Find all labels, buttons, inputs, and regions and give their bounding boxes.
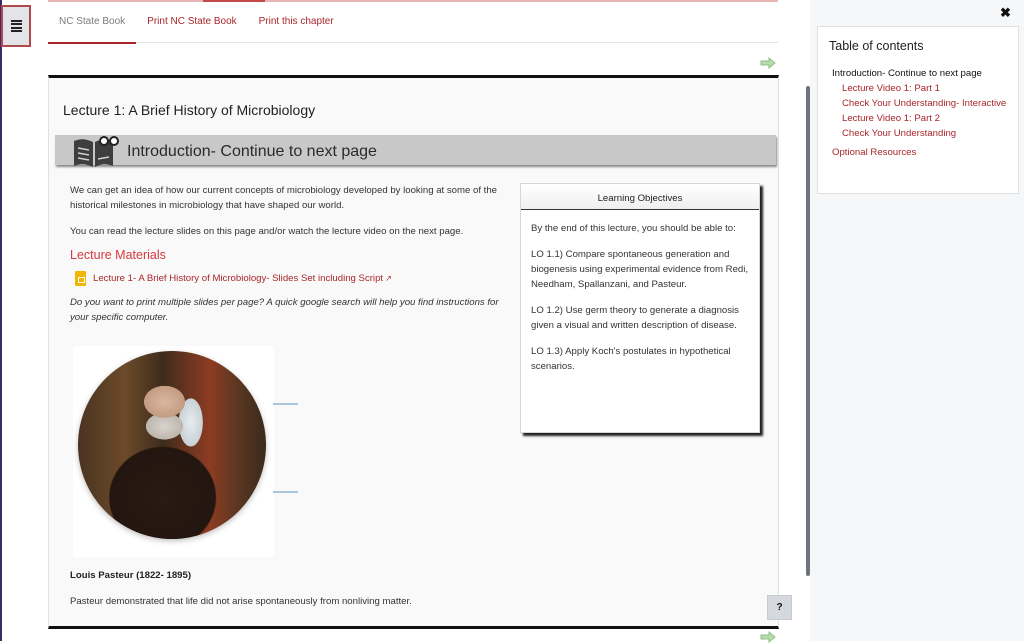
objective-item: LO 1.2) Use germ theory to generate a di… (531, 305, 739, 331)
close-icon[interactable]: ✖ (1000, 5, 1011, 21)
toc-item[interactable]: Optional Resources (832, 145, 1016, 160)
next-page-arrow-icon[interactable] (760, 631, 776, 643)
objective-item: LO 1.1) Compare spontaneous generation a… (531, 249, 749, 290)
portrait-caption-text: Pasteur demonstrated that life did not a… (70, 596, 412, 607)
print-note: Do you want to print multiple slides per… (70, 297, 499, 323)
learning-objectives-box: Learning Objectives By the end of this l… (520, 183, 760, 433)
toc-item[interactable]: Lecture Video 1: Part 1 (832, 81, 1016, 96)
next-page-arrow-icon[interactable] (760, 57, 776, 69)
external-link-icon: ↗ (385, 274, 392, 283)
toc-toggle-button[interactable] (1, 5, 31, 47)
toc-box: Table of contents Introduction- Continue… (817, 26, 1019, 194)
toc-title: Table of contents (829, 39, 924, 53)
figure-line (273, 403, 298, 405)
list-icon (10, 18, 22, 34)
help-button[interactable]: ? (767, 595, 792, 620)
portrait-figure (73, 346, 298, 557)
objectives-intro: By the end of this lecture, you should b… (531, 223, 736, 234)
portrait-caption-title: Louis Pasteur (1822- 1895) (70, 570, 192, 581)
book-nav: NC State Book Print NC State Book Print … (48, 5, 778, 44)
lecture-body: We can get an idea of how our current co… (70, 183, 510, 336)
intro-paragraph: We can get an idea of how our current co… (70, 185, 497, 211)
app-frame: NC State Book Print NC State Book Print … (0, 0, 1024, 643)
toc-item[interactable]: Check Your Understanding- Interactive (832, 96, 1016, 111)
section-title: Introduction- Continue to next page (127, 143, 377, 160)
slides-link[interactable]: Lecture 1- A Brief History of Microbiolo… (93, 271, 383, 286)
toc-item[interactable]: Lecture Video 1: Part 2 (832, 111, 1016, 126)
tab-print-book[interactable]: Print NC State Book (136, 5, 247, 43)
slides-paragraph: You can read the lecture slides on this … (70, 226, 464, 237)
top-strip (48, 0, 778, 2)
lecture-title: Lecture 1: A Brief History of Microbiolo… (63, 102, 316, 118)
top-strip-accent (203, 0, 265, 2)
toc-item[interactable]: Check Your Understanding (832, 126, 1016, 141)
pasteur-portrait-image (78, 351, 266, 539)
tab-print-chapter[interactable]: Print this chapter (248, 5, 345, 43)
objective-item: LO 1.3) Apply Koch's postulates in hypot… (531, 346, 731, 372)
book-reading-icon (71, 133, 119, 176)
window-edge (0, 0, 2, 641)
toc-list: Introduction- Continue to next page Lect… (832, 66, 1016, 160)
learning-objectives-heading: Learning Objectives (521, 184, 759, 210)
section-header: Introduction- Continue to next page (55, 135, 776, 167)
tab-nc-state-book[interactable]: NC State Book (48, 5, 137, 44)
toc-panel: ✖ Table of contents Introduction- Contin… (810, 0, 1024, 641)
slides-link-row: Lecture 1- A Brief History of Microbiolo… (75, 271, 510, 286)
toc-item-current[interactable]: Introduction- Continue to next page (832, 66, 1016, 81)
figure-line (273, 491, 298, 493)
google-slides-icon (75, 271, 86, 286)
chapter-content: Lecture 1: A Brief History of Microbiolo… (48, 75, 779, 629)
lecture-materials-heading: Lecture Materials (70, 248, 166, 262)
